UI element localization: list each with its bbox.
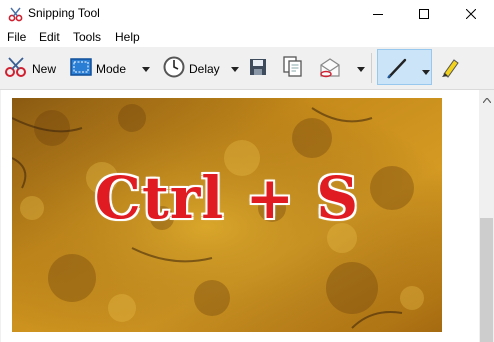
highlighter-icon [440,56,460,81]
menu-file[interactable]: File [7,30,26,44]
send-email-icon [318,57,342,82]
snipping-scissors-icon [8,6,24,22]
scrollbar-thumb[interactable] [480,218,493,342]
scroll-up-button[interactable] [479,90,494,107]
pen-icon [385,56,409,83]
window-title: Snipping Tool [28,6,100,20]
rectangle-mode-icon [70,58,92,79]
minimize-icon [373,9,383,19]
maximize-icon [419,8,429,19]
copy-button[interactable] [283,56,303,81]
menu-help[interactable]: Help [115,30,140,44]
save-button[interactable] [249,58,267,79]
snip-caption: Ctrl + S [94,164,360,232]
save-icon [249,58,267,79]
mode-button[interactable]: Mode [70,58,126,79]
menu-edit[interactable]: Edit [39,30,60,44]
minimize-button[interactable] [355,0,401,27]
snip-canvas: Ctrl + S [0,90,480,342]
title-bar: Snipping Tool [0,0,494,27]
maximize-button[interactable] [401,0,447,27]
delay-button[interactable]: Delay [163,56,220,81]
delay-dropdown-arrow[interactable] [230,63,240,73]
close-icon [466,8,476,19]
delay-label: Delay [189,61,220,76]
clock-icon [163,56,185,81]
toolbar-separator [371,53,372,83]
chevron-down-icon [357,61,365,75]
pen-button[interactable] [377,49,432,85]
pen-dropdown-arrow[interactable] [422,64,430,78]
mode-label: Mode [96,61,127,76]
highlighter-button[interactable] [440,56,460,81]
vertical-scrollbar[interactable] [479,90,494,342]
scissors-icon [4,56,28,81]
menu-bar: File Edit Tools Help [0,27,494,47]
pen-divider [420,65,421,66]
new-label: New [32,61,57,76]
menu-tools[interactable]: Tools [73,30,101,44]
mode-dropdown-arrow[interactable] [141,63,151,73]
copy-icon [283,56,303,81]
close-button[interactable] [448,0,494,27]
send-snip-button[interactable] [318,57,342,82]
send-dropdown-arrow[interactable] [356,63,366,73]
chevron-down-icon [142,61,150,75]
toolbar: New Mode Delay [0,47,494,90]
new-snip-button[interactable]: New [4,56,56,81]
chevron-down-icon [231,61,239,75]
snip-image: Ctrl + S [12,98,442,332]
chevron-up-icon [482,92,491,106]
